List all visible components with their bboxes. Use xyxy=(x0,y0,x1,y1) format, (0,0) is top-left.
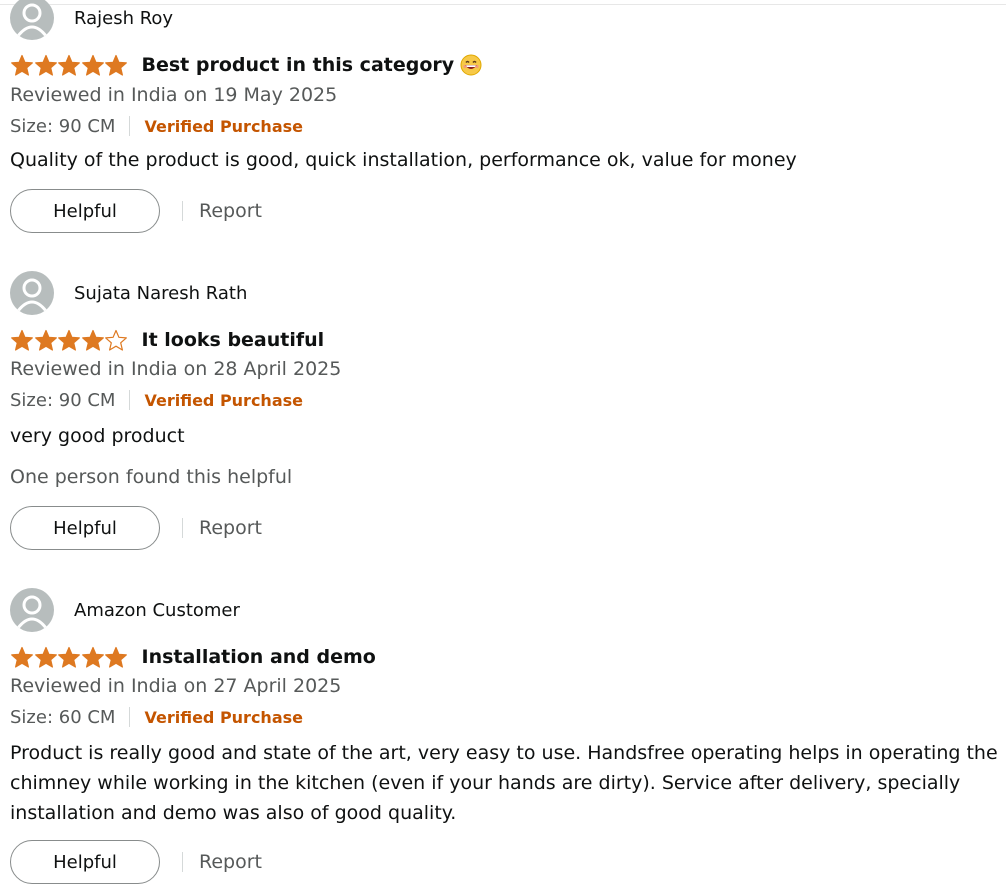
star-filled-icon xyxy=(57,329,81,351)
review-title[interactable]: It looks beautiful xyxy=(142,329,325,351)
top-divider xyxy=(0,4,1006,5)
review-meta: Size: 90 CM Verified Purchase xyxy=(10,113,303,139)
star-filled-icon xyxy=(81,329,105,351)
reviewer-profile[interactable]: Rajesh Roy xyxy=(10,0,173,40)
star-filled-icon xyxy=(57,646,81,668)
star-filled-icon xyxy=(57,54,81,76)
helpful-count-text: One person found this helpful xyxy=(10,466,293,488)
star-filled-icon xyxy=(104,54,128,76)
report-link[interactable]: Report xyxy=(199,851,262,873)
review-actions: Helpful Report xyxy=(10,187,262,235)
action-divider xyxy=(182,852,183,872)
action-divider xyxy=(182,201,183,221)
star-filled-icon xyxy=(104,646,128,668)
avatar-icon xyxy=(10,271,54,315)
reviewer-name: Amazon Customer xyxy=(74,599,240,621)
reviewer-name: Sujata Naresh Rath xyxy=(74,282,248,304)
star-rating[interactable] xyxy=(10,54,128,76)
meta-divider xyxy=(129,116,131,136)
star-rating[interactable] xyxy=(10,329,128,351)
meta-divider xyxy=(129,707,131,727)
review-title[interactable]: Best product in this category xyxy=(142,54,455,76)
review-body: Product is really good and state of the … xyxy=(10,742,998,824)
review-date: Reviewed in India on 28 April 2025 xyxy=(10,358,342,380)
star-filled-icon xyxy=(10,646,34,668)
size-label[interactable]: Size: 90 CM xyxy=(10,116,115,137)
verified-purchase-badge: Verified Purchase xyxy=(144,390,303,410)
star-filled-icon xyxy=(34,646,58,668)
size-label[interactable]: Size: 90 CM xyxy=(10,390,115,411)
action-divider xyxy=(182,518,183,538)
review-body: Quality of the product is good, quick in… xyxy=(10,149,797,171)
review-actions: Helpful Report xyxy=(10,838,262,886)
verified-purchase-badge: Verified Purchase xyxy=(144,707,303,727)
reviewer-profile[interactable]: Sujata Naresh Rath xyxy=(10,271,247,315)
star-filled-icon xyxy=(34,329,58,351)
rating-row: Best product in this category xyxy=(10,52,482,78)
helpful-button[interactable]: Helpful xyxy=(10,506,160,550)
helpful-button[interactable]: Helpful xyxy=(10,840,160,884)
report-link[interactable]: Report xyxy=(199,517,262,539)
review-meta: Size: 90 CM Verified Purchase xyxy=(10,387,303,413)
review-date: Reviewed in India on 27 April 2025 xyxy=(10,675,342,697)
report-link[interactable]: Report xyxy=(199,200,262,222)
review-title[interactable]: Installation and demo xyxy=(142,646,376,668)
star-rating[interactable] xyxy=(10,646,128,668)
review-body: very good product xyxy=(10,425,185,447)
avatar-icon xyxy=(10,0,54,40)
star-filled-icon xyxy=(81,646,105,668)
rating-row: Installation and demo xyxy=(10,644,376,670)
avatar-icon xyxy=(10,588,54,632)
rating-row: It looks beautiful xyxy=(10,327,324,353)
reviewer-profile[interactable]: Amazon Customer xyxy=(10,588,240,632)
star-filled-icon xyxy=(34,54,58,76)
grinning-face-emoji-icon xyxy=(460,54,482,76)
meta-divider xyxy=(129,390,131,410)
review-meta: Size: 60 CM Verified Purchase xyxy=(10,704,303,730)
helpful-button[interactable]: Helpful xyxy=(10,189,160,233)
size-label[interactable]: Size: 60 CM xyxy=(10,707,115,728)
review-date: Reviewed in India on 19 May 2025 xyxy=(10,84,338,106)
star-filled-icon xyxy=(10,54,34,76)
star-outline-icon xyxy=(104,329,128,351)
star-filled-icon xyxy=(10,329,34,351)
star-filled-icon xyxy=(81,54,105,76)
verified-purchase-badge: Verified Purchase xyxy=(144,116,303,136)
reviewer-name: Rajesh Roy xyxy=(74,7,174,29)
review-actions: Helpful Report xyxy=(10,504,262,552)
